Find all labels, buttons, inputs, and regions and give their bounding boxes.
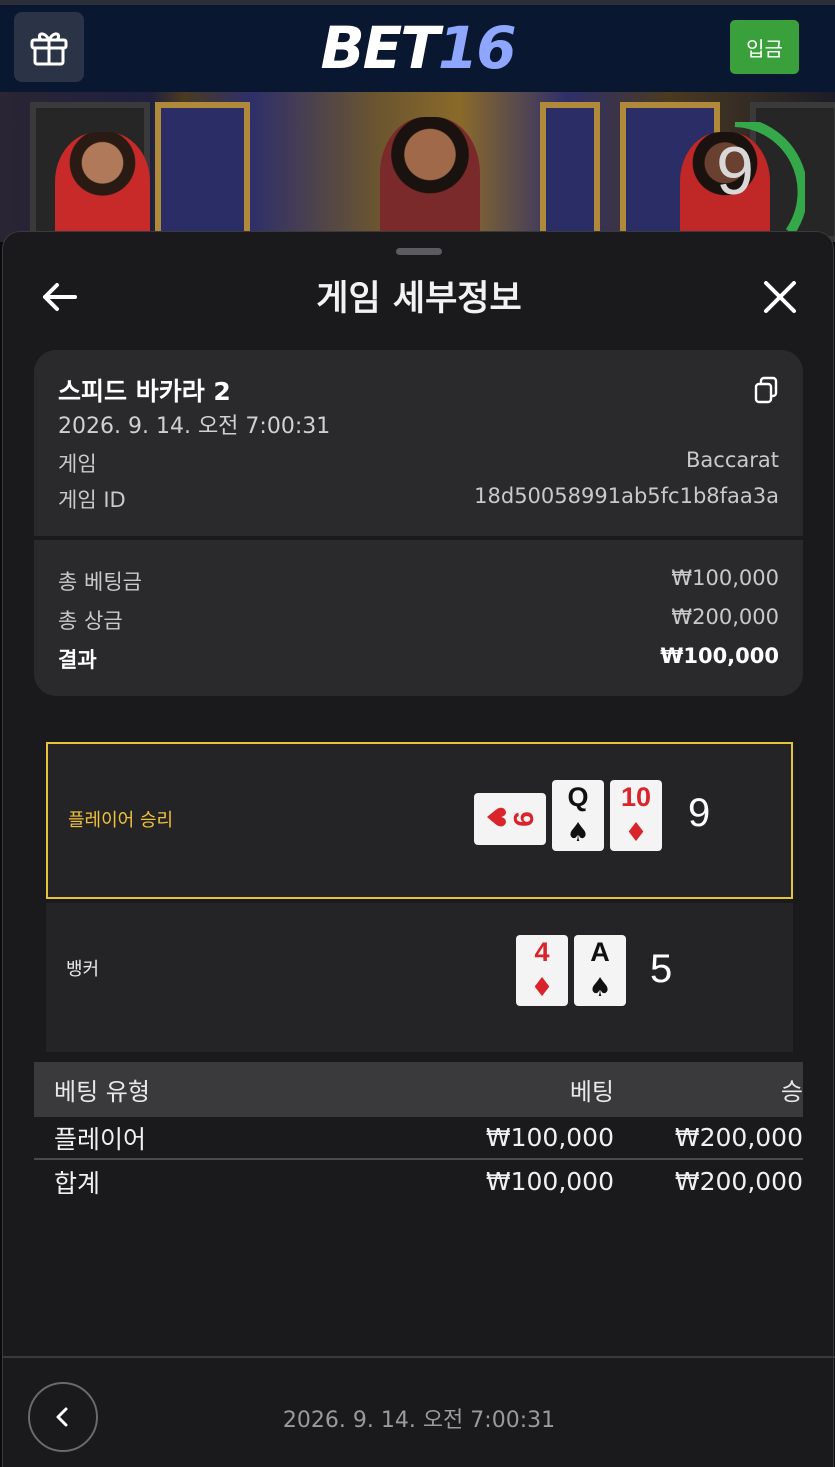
bet-amount-cell: ₩100,000 [485,1123,614,1152]
table-total-row: 합계 ₩100,000 ₩200,000 [34,1160,803,1203]
total-win-cell: ₩200,000 [674,1167,803,1196]
countdown-number: 9 [716,133,754,209]
close-icon[interactable] [759,276,801,318]
game-date: 2026. 9. 14. 오전 7:00:31 [58,414,331,439]
banker-cards: 4 ♦ A ♠ [516,935,626,1006]
bet-table-header: 베팅 유형 베팅 승 [34,1062,803,1117]
game-details-sheet: 게임 세부정보 스피드 바카라 2 2026. 9. 14. 오전 7:00:3… [2,231,835,1467]
player-outcome-label: 플레이어 승리 [68,810,174,831]
game-name: 스피드 바카라 2 [58,377,231,406]
dealer-center [380,117,480,242]
header-bet-type: 베팅 유형 [54,1078,150,1106]
sheet-footer: 2026. 9. 14. 오전 7:00:31 [3,1356,835,1467]
game-id-value: 18d50058991ab5fc1b8faa3a [474,484,779,508]
player-score: 9 [688,791,711,835]
header-bet: 베팅 [569,1078,614,1106]
total-bet-row: 총 베팅금 ₩100,000 [58,566,779,596]
total-prize-label: 총 상금 [58,609,123,633]
total-bet-cell: ₩100,000 [485,1167,614,1196]
total-prize-value: ₩200,000 [671,605,779,629]
banker-outcome: 뱅커 4 ♦ A ♠ 5 [46,903,793,1052]
game-type-row: 게임 Baccarat [58,448,779,478]
playing-card: Q ♠ [552,780,604,851]
dealer-left [55,132,150,242]
player-cards: 9 ♥ Q ♠ 10 ♦ [474,780,662,851]
bet-table: 베팅 유형 베팅 승 플레이어 ₩100,000 ₩200,000 합계 ₩10… [34,1062,803,1203]
playing-card: 4 ♦ [516,935,568,1006]
win-amount-cell: ₩200,000 [674,1123,803,1152]
bet-type-cell: 플레이어 [54,1124,147,1154]
header-win: 승 [780,1078,803,1106]
result-value: ₩100,000 [660,644,779,668]
drag-handle[interactable] [396,248,442,255]
copy-icon[interactable] [753,376,779,404]
round-countdown: 9 [695,122,805,242]
game-type-label: 게임 [58,452,97,476]
banker-outcome-label: 뱅커 [66,959,100,980]
bet-summary-card: 총 베팅금 ₩100,000 총 상금 ₩200,000 결과 ₩100,000 [34,540,803,696]
playing-card: 10 ♦ [610,780,662,851]
result-row: 결과 ₩100,000 [58,644,779,674]
total-prize-row: 총 상금 ₩200,000 [58,605,779,635]
total-bet-value: ₩100,000 [671,566,779,590]
brand-logo: BET16 [320,14,516,82]
page-title: 게임 세부정보 [316,279,522,319]
game-id-row: 게임 ID 18d50058991ab5fc1b8faa3a [58,484,779,514]
table-row: 플레이어 ₩100,000 ₩200,000 [34,1117,803,1160]
game-type-value: Baccarat [686,448,779,472]
result-label: 결과 [58,648,97,672]
footer-date: 2026. 9. 14. 오전 7:00:31 [282,1408,556,1433]
deposit-button[interactable]: 입금 [730,20,799,74]
playing-card: A ♠ [574,935,626,1006]
total-label-cell: 합계 [54,1168,101,1198]
game-id-label: 게임 ID [58,488,126,512]
top-bar: BET16 입금 [0,0,835,92]
playing-card: 9 ♥ [474,793,546,845]
total-bet-label: 총 베팅금 [58,570,142,594]
banker-score: 5 [650,947,673,991]
game-info-card: 스피드 바카라 2 2026. 9. 14. 오전 7:00:31 게임 Bac… [34,350,803,536]
player-outcome: 플레이어 승리 9 ♥ Q ♠ 10 ♦ 9 [46,742,793,899]
live-video-feed: 9 [0,92,835,242]
